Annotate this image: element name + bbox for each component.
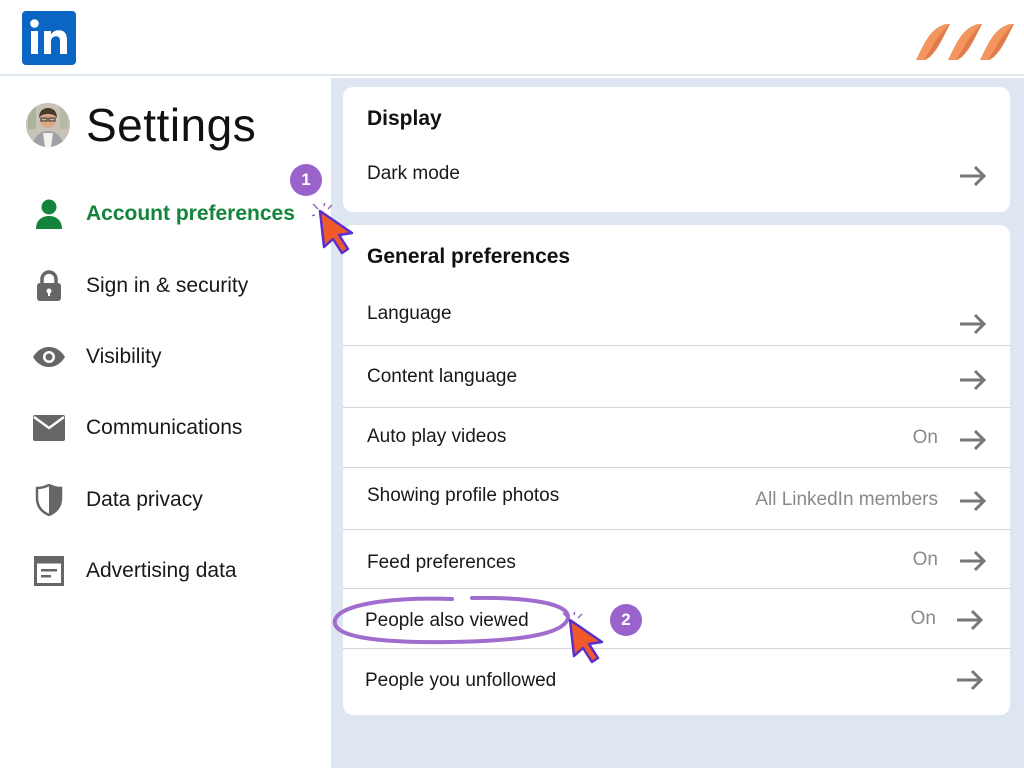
profile-avatar[interactable] bbox=[26, 103, 70, 147]
step-badge-1: 1 bbox=[290, 164, 322, 196]
top-bar bbox=[0, 0, 1024, 76]
shield-icon bbox=[32, 483, 66, 517]
section-title-general-preferences: General preferences bbox=[367, 245, 571, 268]
sidebar-item-label: Communications bbox=[86, 416, 243, 439]
person-icon bbox=[32, 197, 66, 231]
arrow-right-icon bbox=[960, 369, 987, 391]
pointer-cursor-icon bbox=[562, 612, 604, 664]
arrow-right-icon bbox=[960, 429, 987, 451]
sidebar-item-visibility[interactable]: Visibility bbox=[32, 339, 161, 375]
arrow-right-icon bbox=[957, 669, 984, 691]
row-label: Dark mode bbox=[367, 163, 460, 184]
sidebar-item-account-preferences[interactable]: Account preferences bbox=[32, 196, 295, 232]
step-badge-2: 2 bbox=[610, 604, 642, 636]
sidebar-item-label: Visibility bbox=[86, 345, 162, 368]
sidebar-item-label: Account preferences bbox=[86, 202, 295, 225]
row-label: Showing profile photos bbox=[367, 485, 560, 506]
sidebar-item-label: Advertising data bbox=[86, 559, 237, 582]
pointer-cursor-icon bbox=[312, 203, 354, 255]
sidebar-item-advertising-data[interactable]: Advertising data bbox=[32, 553, 237, 589]
row-label: People you unfollowed bbox=[365, 670, 557, 691]
setting-row-dark-mode[interactable]: Dark mode bbox=[343, 157, 1010, 193]
row-value: On bbox=[912, 549, 938, 570]
row-label: Language bbox=[367, 303, 452, 324]
linkedin-logo-icon[interactable] bbox=[22, 11, 76, 65]
setting-row-showing-profile-photos[interactable]: Showing profile photos All LinkedIn memb… bbox=[343, 468, 1010, 529]
sidebar-item-data-privacy[interactable]: Data privacy bbox=[32, 482, 203, 518]
highlight-ellipse bbox=[332, 596, 570, 645]
arrow-right-icon bbox=[960, 313, 987, 335]
row-value: On bbox=[910, 608, 936, 629]
envelope-icon bbox=[32, 411, 66, 445]
setting-row-feed-preferences[interactable]: Feed preferences On bbox=[343, 530, 1010, 588]
lock-icon bbox=[32, 269, 66, 303]
section-title-display: Display bbox=[367, 107, 442, 130]
eye-icon bbox=[32, 340, 66, 374]
arrow-right-icon bbox=[957, 609, 984, 631]
sidebar-item-label: Sign in & security bbox=[86, 274, 249, 297]
arrow-right-icon bbox=[960, 550, 987, 572]
sidebar-item-sign-in-security[interactable]: Sign in & security bbox=[32, 268, 248, 304]
row-label: Feed preferences bbox=[367, 552, 516, 573]
row-label: Auto play videos bbox=[367, 426, 507, 447]
display-card: Display Dark mode bbox=[343, 87, 1010, 212]
page-title: Settings bbox=[86, 99, 257, 151]
document-icon bbox=[32, 554, 66, 588]
arrow-right-icon bbox=[960, 165, 987, 187]
sidebar-item-label: Data privacy bbox=[86, 488, 203, 511]
row-value: All LinkedIn members bbox=[755, 489, 938, 510]
row-value: On bbox=[912, 427, 938, 448]
row-label: Content language bbox=[367, 366, 518, 387]
stripes-brand-icon bbox=[916, 24, 1014, 60]
setting-row-auto-play-videos[interactable]: Auto play videos On bbox=[343, 408, 1010, 467]
setting-row-content-language[interactable]: Content language bbox=[343, 346, 1010, 407]
setting-row-people-you-unfollowed[interactable]: People you unfollowed bbox=[343, 649, 1010, 709]
arrow-right-icon bbox=[960, 490, 987, 512]
sidebar-item-communications[interactable]: Communications bbox=[32, 410, 242, 446]
setting-row-language[interactable]: Language bbox=[343, 297, 1010, 345]
